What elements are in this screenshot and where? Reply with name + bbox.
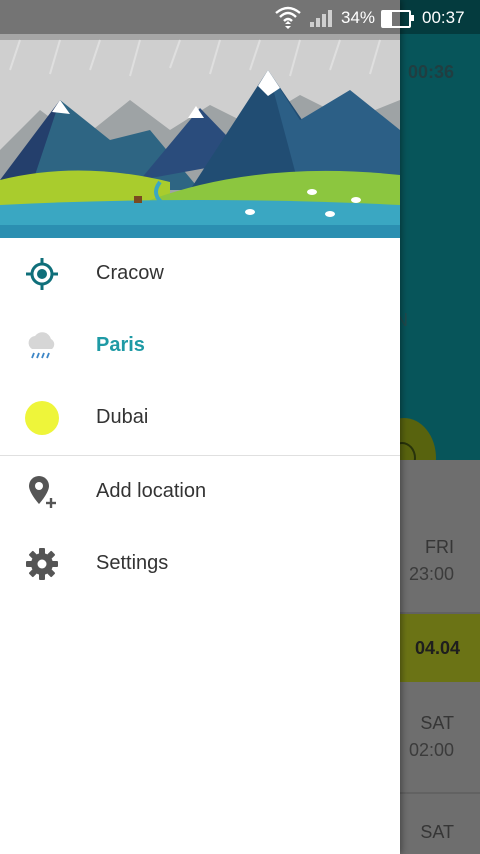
drawer-item-label: Add location (96, 480, 207, 502)
drawer-item-label: Dubai (96, 406, 149, 428)
add-location-icon (24, 474, 60, 510)
battery-percent: 34% (341, 8, 376, 27)
gear-icon (24, 546, 60, 582)
drawer-item-location[interactable]: Cracow (0, 238, 400, 310)
signal-icon (309, 8, 335, 33)
clock: 00:37 (422, 8, 465, 27)
my-location-icon (24, 256, 60, 292)
drawer-item-label: Settings (96, 552, 169, 574)
navigation-drawer: Cracow Paris Dubai Add location Settings (0, 0, 400, 854)
add-location-button[interactable]: Add location (0, 456, 400, 528)
drawer-header-illustration (0, 0, 400, 238)
status-bar: 34% 00:37 (0, 0, 480, 34)
wifi-icon (274, 4, 302, 35)
drawer-item-label: Paris (96, 334, 145, 356)
drawer-item-label: Cracow (96, 262, 164, 284)
battery-icon (381, 10, 414, 28)
drawer-item-location[interactable]: Paris (0, 310, 400, 382)
rain-cloud-icon (24, 328, 60, 364)
settings-button[interactable]: Settings (0, 528, 400, 600)
drawer-item-location[interactable]: Dubai (0, 382, 400, 454)
sun-icon (24, 400, 60, 436)
